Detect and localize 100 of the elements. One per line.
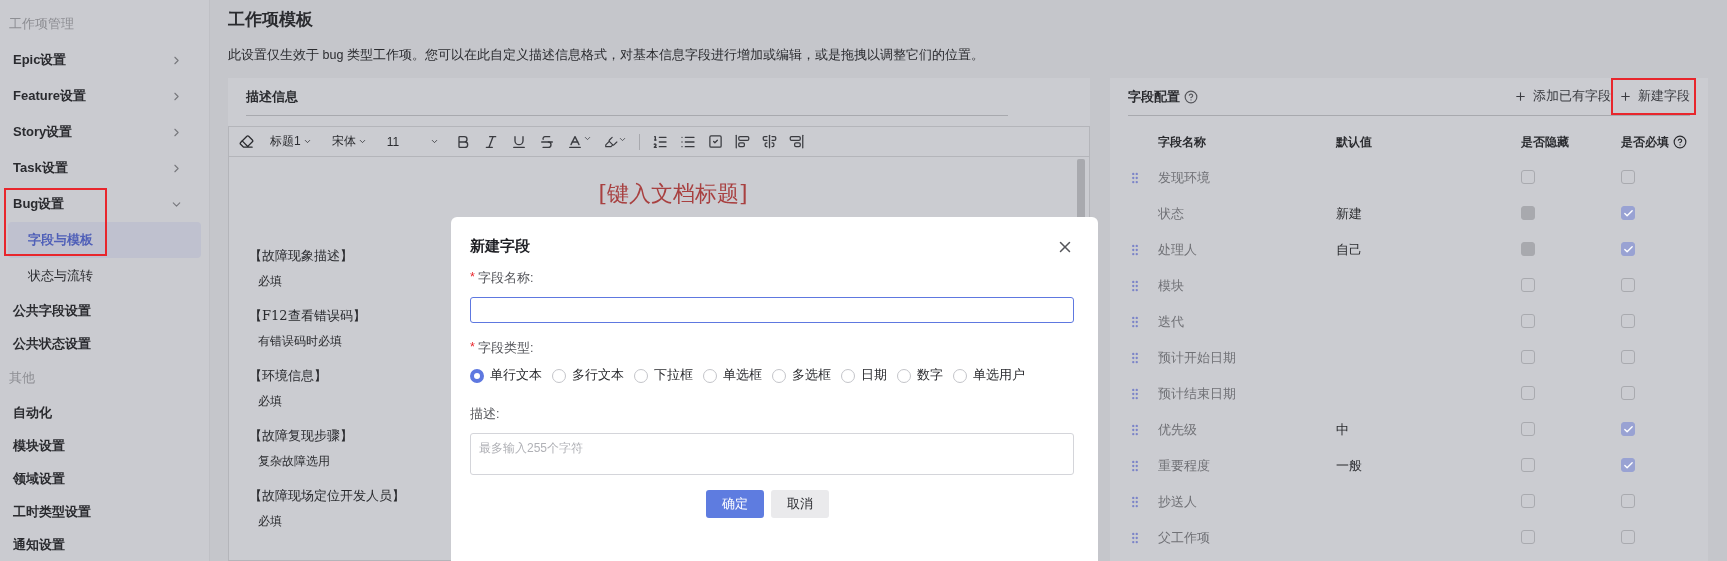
checkbox[interactable]	[1521, 457, 1535, 472]
cancel-button[interactable]: 取消	[770, 490, 829, 518]
sidebar-item[interactable]: 工时类型设置	[8, 495, 201, 528]
table-cell-text: 状态	[1158, 205, 1185, 223]
column-header: 是否隐藏	[1521, 134, 1570, 150]
text-color-icon[interactable]	[566, 133, 592, 150]
column-header: 默认值	[1336, 134, 1373, 150]
radio-option[interactable]: 下拉框	[634, 367, 693, 384]
table-cell-text: 中	[1336, 421, 1350, 439]
sidebar-section-heading: 其他	[8, 369, 36, 387]
table-cell-text: 新建	[1336, 205, 1363, 223]
sidebar-group[interactable]: Bug设置	[8, 186, 201, 222]
table-cell-text: 一般	[1336, 457, 1363, 475]
eraser-icon[interactable]	[239, 134, 254, 149]
table-cell-text: 迭代	[1158, 313, 1185, 331]
sidebar-item[interactable]: 模块设置	[8, 429, 201, 462]
checkbox[interactable]	[1621, 169, 1635, 184]
template-heading: 【环境信息】	[249, 367, 327, 385]
table-cell-text: 模块	[1158, 277, 1185, 295]
table-cell-text: 抄送人	[1158, 493, 1198, 511]
checkbox[interactable]	[1521, 493, 1535, 508]
sidebar-item[interactable]: 通知设置	[8, 528, 201, 561]
checkbox-list-icon[interactable]	[707, 134, 723, 149]
radio-icon[interactable]	[470, 368, 484, 383]
checkbox[interactable]	[1521, 421, 1535, 436]
sidebar-group[interactable]: Feature设置	[8, 78, 201, 114]
radio-option[interactable]: 多选框	[772, 367, 831, 384]
checkbox[interactable]	[1621, 313, 1635, 328]
underline-icon[interactable]	[510, 133, 527, 150]
page-title: 工作项模板	[228, 9, 314, 31]
template-note: 必填	[257, 273, 282, 290]
checkbox[interactable]	[1621, 242, 1635, 257]
document-title: [键入文档标题]	[598, 180, 748, 208]
add-field-button[interactable]: 新建字段	[1611, 78, 1696, 115]
sidebar-item[interactable]: 公共状态设置	[8, 327, 201, 360]
checkbox[interactable]	[1621, 206, 1635, 221]
strikethrough-icon[interactable]	[538, 133, 555, 150]
help-icon	[1184, 89, 1198, 104]
sidebar-item[interactable]: 公共字段设置	[8, 294, 201, 327]
ordered-list-icon[interactable]	[651, 133, 668, 150]
checkbox[interactable]	[1521, 385, 1535, 400]
table-cell-text: 优先级	[1158, 421, 1198, 439]
checkbox[interactable]	[1621, 529, 1635, 544]
radio-icon[interactable]	[953, 368, 967, 383]
field-label: 字段类型:	[477, 340, 534, 357]
column-header: 是否必填	[1621, 134, 1690, 150]
align-center-icon[interactable]	[761, 134, 777, 149]
checkbox[interactable]	[1521, 277, 1535, 292]
radio-option[interactable]: 单行文本	[470, 367, 542, 384]
align-right-icon[interactable]	[788, 134, 804, 149]
radio-icon[interactable]	[772, 368, 786, 383]
font-dropdown[interactable]: 宋体	[327, 133, 371, 150]
radio-icon[interactable]	[703, 368, 717, 383]
column-header: 字段名称	[1158, 134, 1207, 150]
heading-dropdown[interactable]: 标题1	[266, 133, 316, 150]
template-note: 有错误码时必填	[257, 333, 342, 350]
radio-icon[interactable]	[897, 368, 911, 383]
checkbox[interactable]	[1621, 422, 1635, 437]
radio-option[interactable]: 日期	[841, 367, 887, 384]
caret-icon	[302, 137, 312, 146]
caret-icon	[357, 137, 367, 146]
sidebar-item[interactable]: 领域设置	[8, 462, 201, 495]
input-field[interactable]	[470, 297, 1074, 323]
checkbox[interactable]	[1521, 313, 1535, 328]
table-cell-text: 发现环境	[1158, 169, 1211, 187]
sidebar-group[interactable]: Epic设置	[8, 42, 201, 78]
radio-option[interactable]: 数字	[897, 367, 943, 384]
sidebar-subitem[interactable]: 状态与流转	[8, 258, 201, 294]
checkbox[interactable]	[1621, 493, 1635, 508]
radio-icon[interactable]	[634, 368, 648, 383]
table-cell-text: 处理人	[1158, 241, 1198, 259]
checkbox[interactable]	[1621, 385, 1635, 400]
field-label: 描述:	[470, 406, 500, 423]
checkbox[interactable]	[1621, 458, 1635, 473]
checkbox[interactable]	[1521, 169, 1535, 184]
dialog-title: 新建字段	[470, 237, 530, 256]
sidebar-item[interactable]: 自动化	[8, 396, 201, 429]
template-heading: 【F12查看错误码】	[249, 307, 366, 325]
radio-icon[interactable]	[552, 368, 566, 383]
highlighter-icon[interactable]	[603, 134, 627, 149]
radio-option[interactable]: 单选用户	[953, 367, 1025, 384]
checkbox[interactable]	[1521, 529, 1535, 544]
template-note: 必填	[257, 393, 282, 410]
align-left-icon[interactable]	[734, 134, 750, 149]
template-heading: 【故障复现步骤】	[249, 427, 353, 445]
radio-option[interactable]: 单选框	[703, 367, 762, 384]
template-note: 复杂故障选用	[257, 453, 330, 470]
radio-icon[interactable]	[841, 368, 855, 383]
description-field[interactable]: 最多输入255个字符	[470, 433, 1074, 475]
sidebar-group[interactable]: Story设置	[8, 114, 201, 150]
checkbox[interactable]	[1521, 349, 1535, 364]
section-title: 字段配置	[1128, 87, 1180, 106]
font-size-dropdown[interactable]: 11	[382, 134, 443, 149]
table-cell-text: 自己	[1336, 241, 1363, 259]
sidebar-group[interactable]: Task设置	[8, 150, 201, 186]
confirm-button[interactable]: 确定	[705, 490, 764, 518]
checkbox[interactable]	[1621, 277, 1635, 292]
checkbox[interactable]	[1621, 349, 1635, 364]
caret-icon	[429, 137, 439, 146]
radio-option[interactable]: 多行文本	[552, 367, 624, 384]
